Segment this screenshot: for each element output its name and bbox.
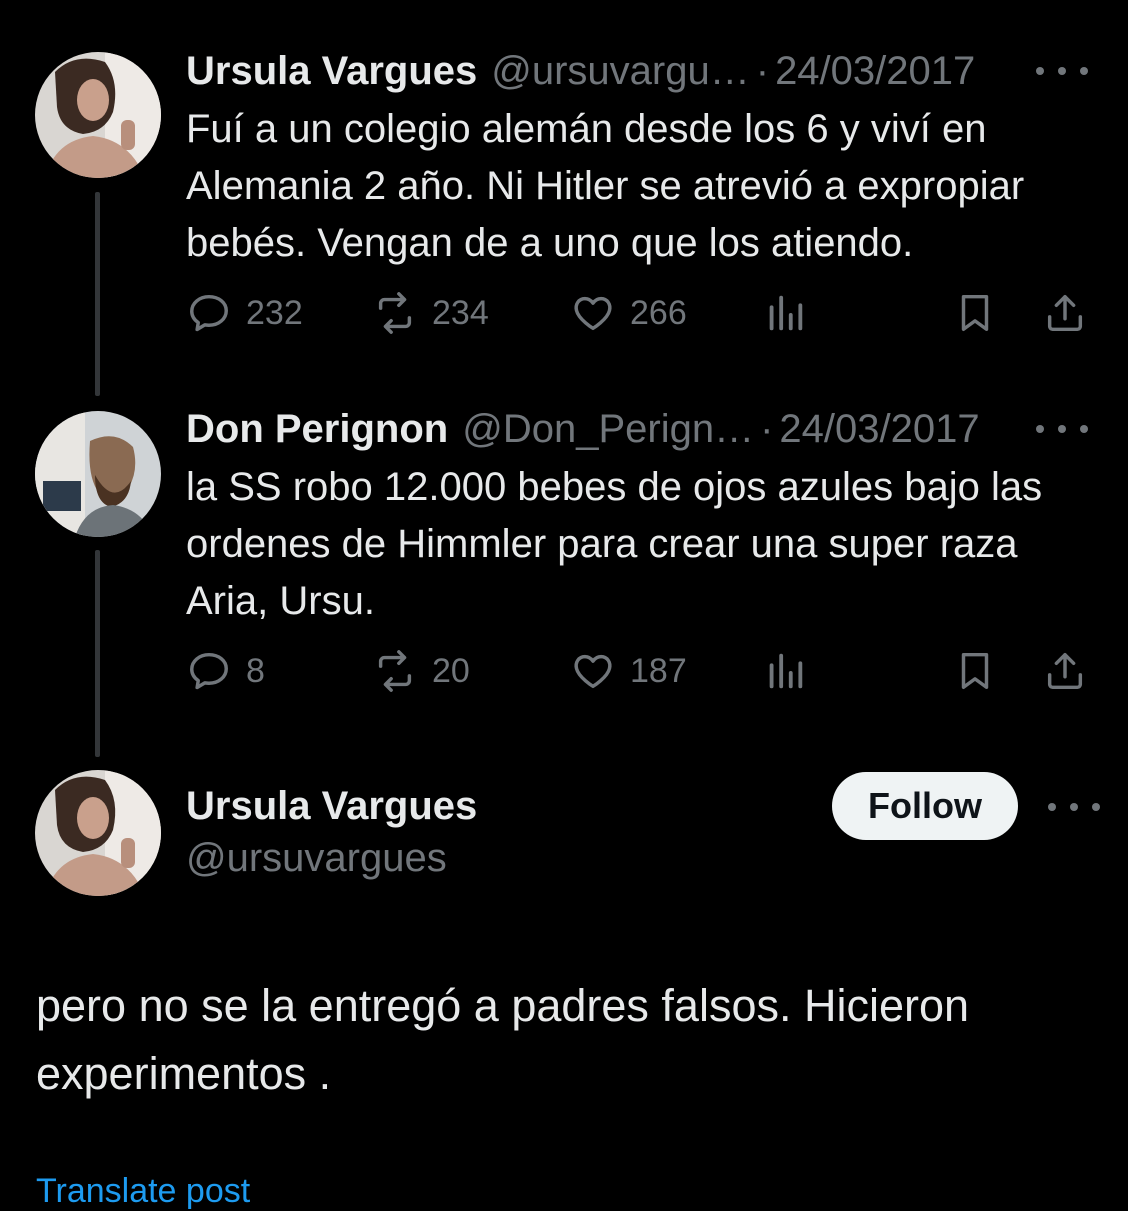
user-handle[interactable]: @Don_Perign… — [462, 406, 754, 452]
reply-count: 232 — [246, 293, 303, 332]
reply-button[interactable]: 232 — [186, 290, 303, 336]
post-date[interactable]: 24/03/2017 — [775, 48, 975, 94]
display-name[interactable]: Don Perignon — [186, 406, 448, 452]
tweet-text: Fuí a un colegio alemán desde los 6 y vi… — [186, 107, 1025, 265]
repost-icon — [378, 292, 412, 334]
separator: · — [755, 49, 770, 93]
more-icon[interactable] — [1036, 56, 1088, 86]
user-handle[interactable]: @ursuvargues — [186, 836, 447, 881]
repost-count: 20 — [432, 651, 470, 690]
tweet-actions: 232 234 266 — [186, 290, 1088, 340]
tweet-1[interactable]: Ursula Vargues @ursuvargu… · 24/03/2017 … — [186, 48, 1088, 272]
share-icon — [1047, 294, 1083, 332]
share-button[interactable] — [1042, 648, 1088, 694]
reply-count: 8 — [246, 651, 265, 690]
tweet-header: Don Perignon @Don_Perign… · 24/03/2017 — [186, 406, 1088, 452]
translate-link[interactable]: Translate post — [36, 1172, 250, 1211]
repost-button[interactable]: 234 — [372, 290, 489, 336]
bookmark-icon — [961, 652, 989, 690]
heart-icon — [574, 654, 612, 689]
tweet-header: Ursula Vargues @ursuvargu… · 24/03/2017 — [186, 48, 1088, 94]
like-count: 266 — [630, 293, 687, 332]
reply-icon — [190, 294, 228, 332]
repost-icon — [378, 650, 412, 692]
bookmark-button[interactable] — [952, 290, 998, 336]
reply-button[interactable]: 8 — [186, 648, 265, 694]
views-icon — [769, 653, 803, 689]
bookmark-icon — [961, 294, 989, 332]
bookmark-button[interactable] — [952, 648, 998, 694]
reply-icon — [190, 652, 228, 690]
views-button[interactable] — [762, 290, 808, 336]
avatar[interactable] — [35, 770, 161, 896]
user-handle[interactable]: @ursuvargu… — [491, 48, 749, 94]
repost-button[interactable]: 20 — [372, 648, 470, 694]
repost-count: 234 — [432, 293, 489, 332]
separator: · — [760, 407, 774, 451]
more-icon[interactable] — [1036, 414, 1088, 444]
like-button[interactable]: 266 — [570, 290, 687, 336]
avatar[interactable] — [35, 52, 161, 178]
like-button[interactable]: 187 — [570, 648, 687, 694]
post-date[interactable]: 24/03/2017 — [779, 406, 979, 452]
views-icon — [769, 295, 803, 331]
display-name[interactable]: Ursula Vargues — [186, 784, 477, 829]
views-button[interactable] — [762, 648, 808, 694]
heart-icon — [574, 296, 612, 331]
tweet-text: la SS robo 12.000 bebes de ojos azules b… — [186, 465, 1043, 623]
display-name[interactable]: Ursula Vargues — [186, 48, 477, 94]
thread-line — [95, 192, 100, 396]
thread-line — [95, 550, 100, 757]
share-button[interactable] — [1042, 290, 1088, 336]
tweet-2[interactable]: Don Perignon @Don_Perign… · 24/03/2017 l… — [186, 406, 1088, 630]
avatar[interactable] — [35, 411, 161, 537]
more-icon[interactable] — [1048, 792, 1100, 822]
tweet-actions: 8 20 187 — [186, 648, 1088, 698]
post-text: pero no se la entregó a padres falsos. H… — [36, 980, 970, 1099]
share-icon — [1047, 652, 1083, 690]
follow-button[interactable]: Follow — [832, 772, 1018, 840]
like-count: 187 — [630, 651, 687, 690]
